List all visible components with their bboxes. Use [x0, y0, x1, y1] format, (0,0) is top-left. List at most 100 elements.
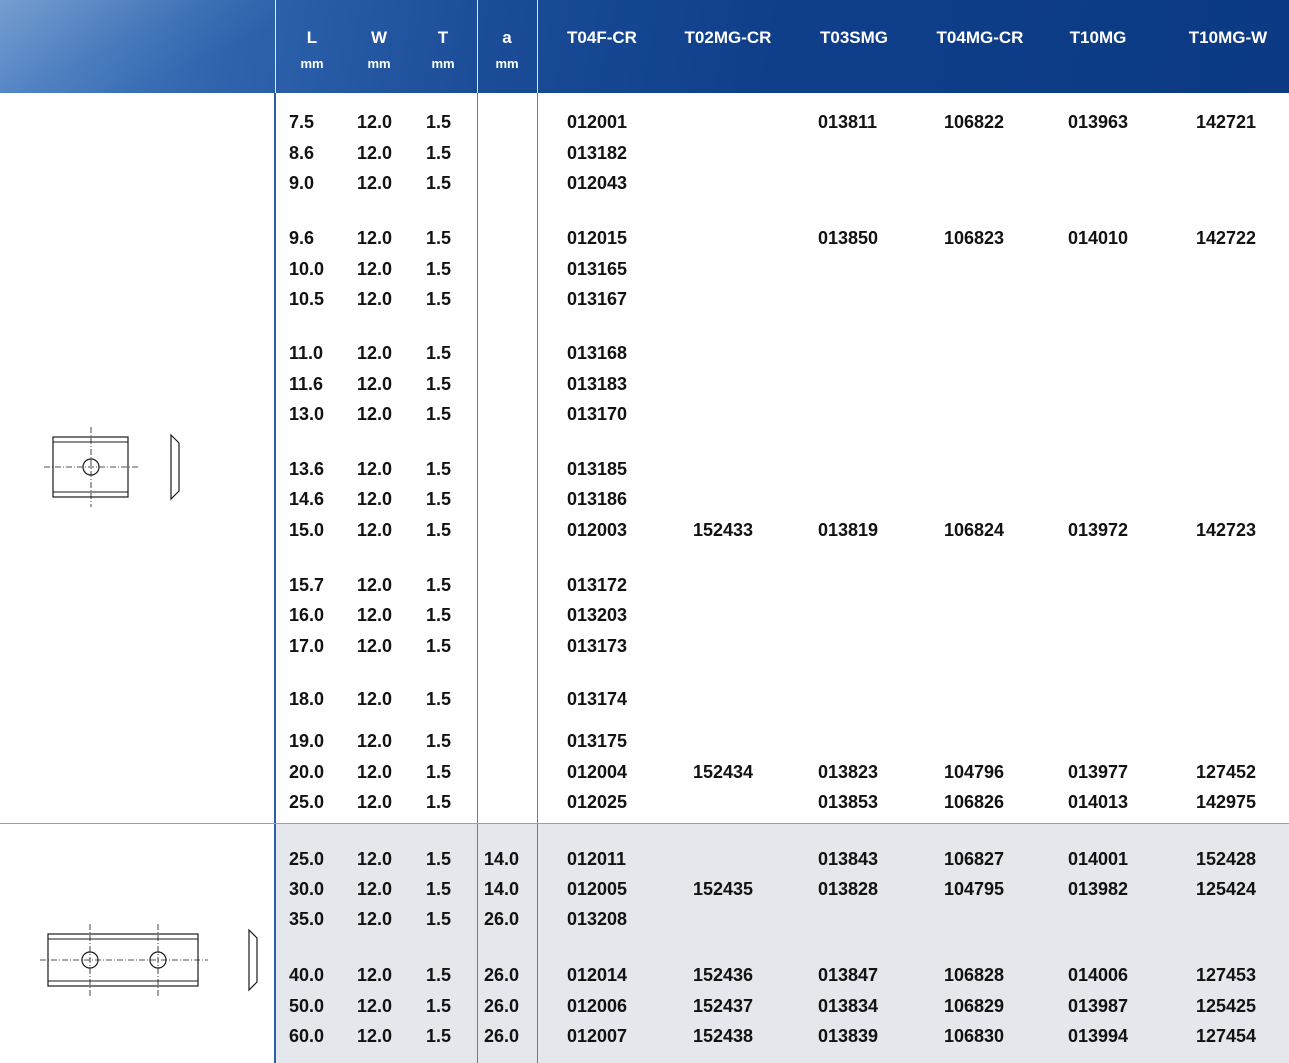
- table-cell-L: 35.0: [289, 908, 325, 929]
- table-cell-t04f-cr: 012014: [567, 964, 628, 985]
- single-hole-insert-icon: [44, 425, 194, 520]
- column-header-label: T02MG-CR: [684, 28, 772, 47]
- table-cell-T: 1.5: [426, 111, 452, 132]
- table-cell-t03smg: 013850: [818, 227, 879, 248]
- table-cell-t04f-cr: 013185: [567, 458, 628, 479]
- table-cell-t04mg-cr: 106830: [944, 1025, 1005, 1046]
- table-cell-t10mg-w: 142721: [1196, 111, 1257, 132]
- table-cell-T: 1.5: [426, 761, 452, 782]
- table-cell-T: 1.5: [426, 288, 452, 309]
- table-cell-t04mg-cr: 106827: [944, 848, 1005, 869]
- table-cell-t04f-cr: 012015: [567, 227, 628, 248]
- table-cell-a: 14.0: [484, 878, 520, 899]
- table-cell-L: 10.0: [289, 258, 325, 279]
- table-cell-L: 10.5: [289, 288, 325, 309]
- table-cell-W: 12.0: [357, 791, 393, 812]
- table-cell-W: 12.0: [357, 519, 393, 540]
- table-cell-L: 8.6: [289, 142, 315, 163]
- header-divider: [537, 0, 538, 93]
- column-header-label: T04MG-CR: [936, 28, 1024, 47]
- table-cell-T: 1.5: [426, 172, 452, 193]
- column-header-t10mg-w: T10MG-W: [1176, 0, 1280, 48]
- table-cell-T: 1.5: [426, 458, 452, 479]
- table-cell-T: 1.5: [426, 1025, 452, 1046]
- column-header-t03smg: T03SMG: [806, 0, 902, 48]
- table-cell-t10mg-w: 142722: [1196, 227, 1257, 248]
- table-cell-t10mg: 014006: [1068, 964, 1129, 985]
- column-header-unit: mm: [300, 56, 324, 71]
- table-cell-T: 1.5: [426, 635, 452, 656]
- table-cell-t03smg: 013834: [818, 995, 879, 1016]
- table-cell-t04f-cr: 012005: [567, 878, 628, 899]
- table-cell-a: 26.0: [484, 964, 520, 985]
- table-cell-t10mg-w: 127452: [1196, 761, 1257, 782]
- table-cell-W: 12.0: [357, 488, 393, 509]
- table-cell-t03smg: 013853: [818, 791, 879, 812]
- table-cell-W: 12.0: [357, 604, 393, 625]
- table-section-single-hole: 7.5 12.0 1.5 012001 013811 106822 013963 142721…: [0, 93, 1289, 823]
- header-divider: [477, 0, 478, 93]
- table-cell-t04f-cr: 013208: [567, 908, 628, 929]
- table-cell-W: 12.0: [357, 761, 393, 782]
- column-header-label: a: [502, 28, 512, 47]
- column-header-label: T03SMG: [819, 28, 889, 47]
- column-header-t02mg-cr: T02MG-CR: [672, 0, 784, 48]
- table-cell-t03smg: 013828: [818, 878, 879, 899]
- table-cell-a: 26.0: [484, 908, 520, 929]
- table-cell-T: 1.5: [426, 403, 452, 424]
- table-cell-W: 12.0: [357, 730, 393, 751]
- table-cell-t04f-cr: 013203: [567, 604, 628, 625]
- table-cell-t02mg-cr: 152437: [693, 995, 754, 1016]
- table-cell-W: 12.0: [357, 458, 393, 479]
- table-cell-t03smg: 013839: [818, 1025, 879, 1046]
- table-cell-a: 26.0: [484, 995, 520, 1016]
- table-cell-T: 1.5: [426, 848, 452, 869]
- table-cell-t04f-cr: 013183: [567, 373, 628, 394]
- table-cell-W: 12.0: [357, 848, 393, 869]
- table-cell-t04f-cr: 012025: [567, 791, 628, 812]
- table-cell-t03smg: 013811: [818, 111, 878, 132]
- table-cell-t04f-cr: 012043: [567, 172, 628, 193]
- table-cell-t03smg: 013843: [818, 848, 879, 869]
- table-cell-W: 12.0: [357, 142, 393, 163]
- table-cell-t04f-cr: 012001: [567, 111, 628, 132]
- table-cell-t10mg-w: 127454: [1196, 1025, 1257, 1046]
- table-cell-t10mg: 013972: [1068, 519, 1129, 540]
- table-cell-T: 1.5: [426, 908, 452, 929]
- table-cell-t10mg-w: 152428: [1196, 848, 1257, 869]
- column-header-a: a mm: [484, 0, 530, 72]
- table-cell-L: 13.6: [289, 458, 325, 479]
- table-cell-W: 12.0: [357, 908, 393, 929]
- table-cell-W: 12.0: [357, 878, 393, 899]
- table-cell-T: 1.5: [426, 604, 452, 625]
- table-cell-L: 16.0: [289, 604, 325, 625]
- table-cell-W: 12.0: [357, 288, 393, 309]
- table-cell-t10mg-w: 125424: [1196, 878, 1257, 899]
- column-divider: [477, 824, 478, 1063]
- table-cell-W: 12.0: [357, 258, 393, 279]
- table-cell-t10mg: 014010: [1068, 227, 1129, 248]
- table-cell-T: 1.5: [426, 488, 452, 509]
- table-cell-L: 9.6: [289, 227, 315, 248]
- table-cell-t04f-cr: 012011: [567, 848, 627, 869]
- table-cell-L: 25.0: [289, 791, 325, 812]
- table-cell-t02mg-cr: 152434: [693, 761, 754, 782]
- column-divider: [477, 93, 478, 823]
- table-cell-L: 20.0: [289, 761, 325, 782]
- table-cell-T: 1.5: [426, 995, 452, 1016]
- table-cell-t04f-cr: 013173: [567, 635, 628, 656]
- table-cell-L: 18.0: [289, 688, 325, 709]
- table-cell-L: 17.0: [289, 635, 325, 656]
- table-cell-t02mg-cr: 152435: [693, 878, 754, 899]
- table-cell-t02mg-cr: 152436: [693, 964, 754, 985]
- table-cell-t04f-cr: 013165: [567, 258, 628, 279]
- table-cell-t04mg-cr: 104796: [944, 761, 1005, 782]
- column-header-label: L: [306, 28, 318, 47]
- table-cell-T: 1.5: [426, 964, 452, 985]
- table-cell-T: 1.5: [426, 373, 452, 394]
- table-cell-t10mg: 013963: [1068, 111, 1129, 132]
- table-cell-L: 15.7: [289, 574, 325, 595]
- table-cell-T: 1.5: [426, 878, 452, 899]
- table-cell-t04mg-cr: 106824: [944, 519, 1005, 540]
- table-cell-t04f-cr: 013186: [567, 488, 628, 509]
